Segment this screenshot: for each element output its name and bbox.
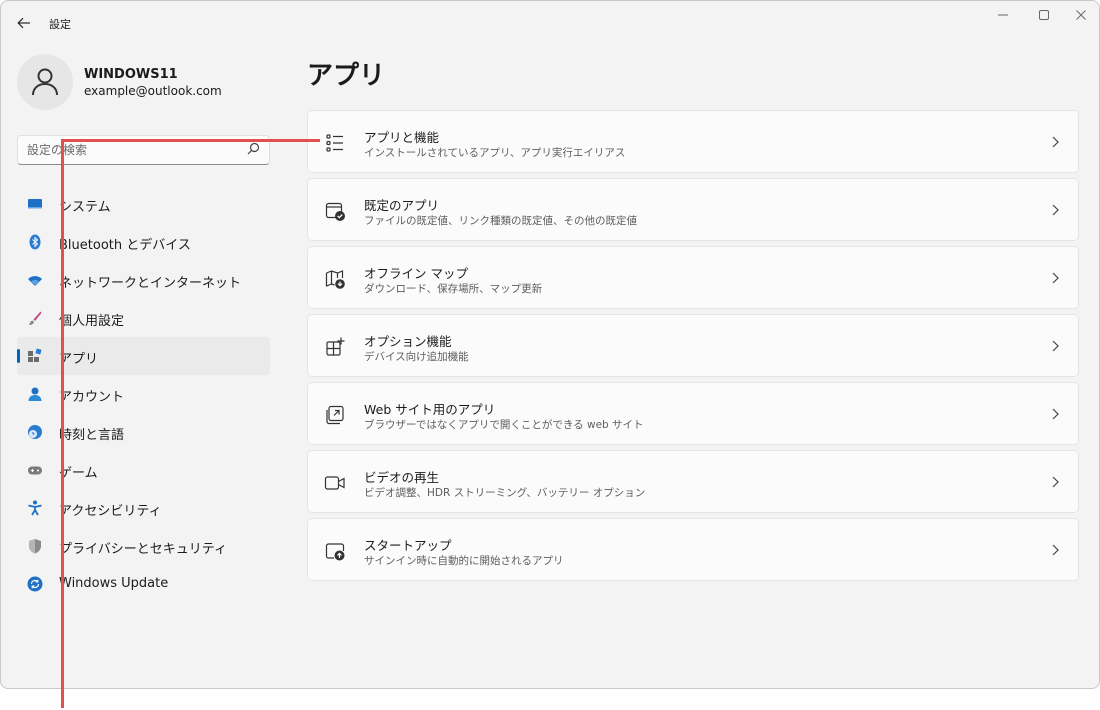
sidebar-item-accessibility[interactable]: アクセシビリティ [17,489,270,527]
sidebar-item-personalization[interactable]: 個人用設定 [17,299,270,337]
sidebar-item-label: アクセシビリティ [59,504,162,519]
card-offline-maps[interactable]: オフライン マップ ダウンロード、保存場所、マップ更新 [307,246,1079,309]
apps-icon [28,348,42,362]
list-icon [326,134,343,152]
person-icon [32,68,58,96]
window-title: 設定 [49,18,71,31]
card-startup[interactable]: スタートアップ サインイン時に自動的に開始されるアプリ [307,518,1079,581]
monitor-icon [28,199,42,209]
annotation-line-vertical [61,139,64,708]
sidebar-item-gaming[interactable]: ゲーム [17,451,270,489]
sidebar-item-time-language[interactable]: 時刻と言語 [17,413,270,451]
card-video-playback[interactable]: ビデオの再生 ビデオ調整、HDR ストリーミング、バッテリー オプション [307,450,1079,513]
wifi-icon [28,276,42,286]
card-subtitle: ファイルの既定値、リンク種類の既定値、その他の既定値 [364,215,637,227]
sidebar-item-label: Bluetooth とデバイス [59,238,191,253]
sidebar-item-accounts[interactable]: アカウント [17,375,270,413]
sidebar-item-bluetooth[interactable]: Bluetooth とデバイス [17,223,270,261]
back-button[interactable] [11,11,37,35]
card-apps-features[interactable]: アプリと機能 インストールされているアプリ、アプリ実行エイリアス [307,110,1079,173]
shield-icon [29,539,41,554]
chevron-right-icon [1052,544,1059,556]
title-bar: 設定 [1,1,1099,45]
sidebar-item-label: ネットワークとインターネット [59,276,242,291]
card-title: 既定のアプリ [364,198,440,213]
profile-name: WINDOWS11 [84,67,178,82]
avatar [17,54,73,110]
settings-window: 設定 WINDOWS11 example@outlook.com システム Bl… [0,0,1100,689]
sidebar-item-windows-update[interactable]: Windows Update [17,565,270,603]
card-subtitle: ビデオ調整、HDR ストリーミング、バッテリー オプション [364,487,646,499]
sidebar-item-network[interactable]: ネットワークとインターネット [17,261,270,299]
card-title: アプリと機能 [364,130,440,145]
sidebar-nav: システム Bluetooth とデバイス ネットワークとインターネット 個人用設… [17,185,270,603]
card-title: オプション機能 [364,334,452,349]
sidebar-item-apps[interactable]: アプリ [17,337,270,375]
map-icon [325,270,345,289]
brush-icon [29,311,42,325]
chevron-right-icon [1052,272,1059,284]
card-optional-features[interactable]: オプション機能 デバイス向け追加機能 [307,314,1079,377]
annotation-line-horizontal [61,139,320,142]
gamepad-icon [28,466,42,475]
sidebar-item-system[interactable]: システム [17,185,270,223]
search-input[interactable] [27,141,237,159]
video-icon [324,476,345,490]
sidebar-item-label: Windows Update [59,576,169,591]
accessibility-icon [28,500,42,516]
sidebar-item-privacy-security[interactable]: プライバシーとセキュリティ [17,527,270,565]
user-profile[interactable]: WINDOWS11 example@outlook.com [17,54,277,114]
chevron-right-icon [1052,136,1059,148]
sidebar-item-label: 個人用設定 [59,314,125,329]
card-subtitle: デバイス向け追加機能 [364,351,469,363]
update-icon [27,576,43,592]
profile-email: example@outlook.com [84,84,222,98]
person-icon [28,387,42,401]
chevron-right-icon [1052,476,1059,488]
open-link-icon [326,405,344,425]
card-subtitle: インストールされているアプリ、アプリ実行エイリアス [364,147,626,159]
maximize-icon [1039,10,1049,20]
page-title: アプリ [307,61,386,91]
default-apps-icon [325,202,345,221]
card-subtitle: ブラウザーではなくアプリで開くことができる web サイト [364,419,644,431]
arrow-left-icon [17,17,30,29]
card-title: Web サイト用のアプリ [364,402,496,417]
close-button[interactable] [1063,5,1099,25]
card-subtitle: ダウンロード、保存場所、マップ更新 [364,283,543,295]
card-title: オフライン マップ [364,266,468,281]
sidebar-item-label: アカウント [59,390,125,405]
chevron-right-icon [1052,204,1059,216]
bluetooth-icon [29,234,41,250]
card-subtitle: サインイン時に自動的に開始されるアプリ [364,555,564,567]
settings-card-list: アプリと機能 インストールされているアプリ、アプリ実行エイリアス 既定のアプリ … [307,110,1079,586]
sidebar-item-label: 時刻と言語 [59,428,125,443]
maximize-button[interactable] [1026,5,1062,25]
minimize-icon [998,14,1008,16]
card-apps-for-websites[interactable]: Web サイト用のアプリ ブラウザーではなくアプリで開くことができる web サ… [307,382,1079,445]
card-title: ビデオの再生 [364,470,440,485]
globe-clock-icon [28,425,42,439]
startup-icon [325,543,345,561]
sidebar-item-label: アプリ [59,352,99,367]
active-indicator [17,349,20,363]
close-icon [1076,10,1086,20]
chevron-right-icon [1052,340,1059,352]
sidebar-item-label: システム [59,200,111,215]
chevron-right-icon [1052,408,1059,420]
sidebar-item-label: プライバシーとセキュリティ [59,542,227,557]
card-title: スタートアップ [364,538,452,553]
minimize-button[interactable] [985,5,1021,25]
card-default-apps[interactable]: 既定のアプリ ファイルの既定値、リンク種類の既定値、その他の既定値 [307,178,1079,241]
search-icon [247,142,260,155]
sidebar-item-label: ゲーム [59,466,98,481]
add-feature-icon [326,337,345,356]
